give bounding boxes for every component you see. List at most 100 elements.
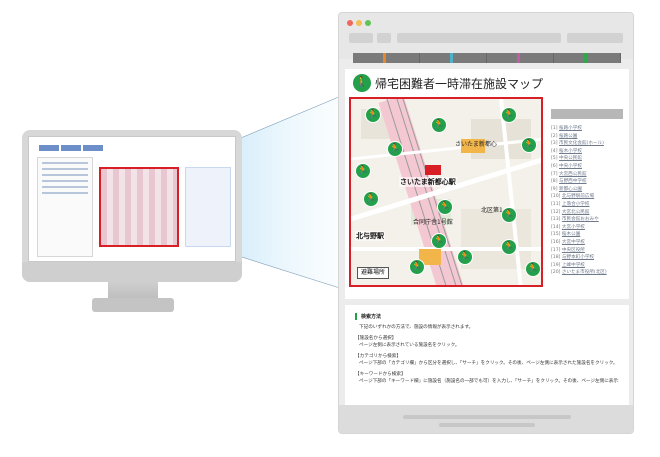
facility-list-item[interactable]: [12] 大宮北公民館 [551,209,623,217]
facility-list-item[interactable]: [9] 新都心公園 [551,186,623,194]
howto-heading-3: 【キーワードから検索】 [355,372,406,377]
facility-link[interactable]: 大宮中学校 [562,240,585,245]
facility-list-item[interactable]: [19] 上峰中学校 [551,262,623,270]
facility-link[interactable]: 与野本町小学校 [562,255,594,260]
facility-list-item[interactable]: [4] 桜木小学校 [551,148,623,156]
facility-list-item[interactable]: [6] 中央小学校 [551,163,623,171]
nav-item-4[interactable] [554,53,621,63]
forward-button[interactable] [377,33,391,43]
facility-list-item[interactable]: [17] 中央区役所 [551,247,623,255]
page-title: 帰宅困難者一時滞在施設マップ [375,77,544,91]
nav-item-3[interactable] [487,53,554,63]
evacuation-pin-icon[interactable]: 🏃 [363,191,379,207]
facility-link[interactable]: 桜路公園 [559,134,577,139]
facility-list-item[interactable]: [3] 市民文化会館(ホール) [551,140,623,148]
mini-map [99,167,179,247]
evacuation-pin-icon[interactable]: 🏃 [521,137,537,153]
facility-number: [7] [551,171,558,177]
facility-link[interactable]: 市民会館おおみや [562,217,599,222]
mini-left-panel [37,157,93,257]
facility-number: [3] [551,141,558,147]
evacuation-pin-icon[interactable]: 🏃 [525,261,541,277]
facility-number: [6] [551,163,558,169]
facility-link[interactable]: 大宮小学校 [562,225,585,230]
monitor-foot [92,298,174,312]
facility-list-item[interactable]: [14] 大宮小学校 [551,224,623,232]
facility-number: [1] [551,126,558,131]
facility-number: [9] [551,186,558,192]
facility-link[interactable]: 桜木小学校 [559,149,582,154]
facility-number: [2] [551,133,558,139]
facility-list-item[interactable]: [2] 桜路公園 [551,133,623,141]
facility-list-item[interactable]: [11] 上落合小学校 [551,201,623,209]
mini-tabs [39,145,103,151]
address-bar[interactable] [397,33,561,43]
evacuation-pin-icon[interactable]: 🏃 [409,259,425,275]
search-bar[interactable] [567,33,623,43]
facility-list-item[interactable]: [20] さいたま市役所(北区) [551,269,623,277]
evacuation-pin-icon[interactable]: 🏃 [501,239,517,255]
map-label-station: さいたま新都心駅 [399,177,457,187]
facility-number: [17] [551,247,561,253]
facility-list-item[interactable]: [16] 大宮中学校 [551,239,623,247]
evacuation-pin-icon[interactable]: 🏃 [355,163,371,179]
facility-number: [19] [551,262,561,268]
evacuation-pin-icon[interactable]: 🏃 [457,249,473,265]
map-label-b: 合同庁舎1号館 [413,219,453,226]
close-dot-icon[interactable] [347,20,353,26]
facility-list-item[interactable]: [7] 大宮西公民館 [551,171,623,179]
back-button[interactable] [349,33,373,43]
facility-link[interactable]: 北与野駅前広場 [562,194,594,199]
facility-list: [1] 桜路小学校 [2] 桜路公園 [3] 市民文化会館(ホール) [4] 桜木小学… [551,109,623,277]
facility-number: [13] [551,217,561,223]
howto-title: 検索方法 [355,313,619,320]
facility-number: [11] [551,201,561,207]
evacuation-pin-icon[interactable]: 🏃 [431,117,447,133]
facility-link[interactable]: 新都心公園 [559,187,582,192]
facility-list-item[interactable]: [1] 桜路小学校 [551,125,623,133]
facility-list-item[interactable]: [5] 中央公民館 [551,155,623,163]
facility-number: [4] [551,148,558,154]
facility-link[interactable]: 大宮北公民館 [562,210,590,215]
walking-person-icon: 🚶 [353,74,371,92]
facility-link[interactable]: 与野西中学校 [559,179,587,184]
facility-link[interactable]: 中央小学校 [559,164,582,169]
evacuation-pin-icon[interactable]: 🏃 [501,207,517,223]
evacuation-pin-icon[interactable]: 🏃 [365,107,381,123]
evacuation-pin-icon[interactable]: 🏃 [431,233,447,249]
facility-link[interactable]: 中央公民館 [559,156,582,161]
facility-link[interactable]: 上峰中学校 [562,263,585,268]
facility-link[interactable]: 桜路小学校 [559,126,582,131]
illustration: 🚶 帰宅困難者一時滞在施設マップ さいたま新都心駅 北与野駅 さいたま新都心 合… [0,0,660,457]
facility-list-item[interactable]: [15] 桜木公園 [551,231,623,239]
map-label-a: さいたま新都心 [455,141,497,148]
maximize-dot-icon[interactable] [365,20,371,26]
nav-item-2[interactable] [420,53,487,63]
page-footer [339,405,633,433]
facility-link[interactable]: さいたま市役所(北区) [562,270,607,275]
evacuation-pin-icon[interactable]: 🏃 [387,141,403,157]
howto-heading-2: 【カテゴリから検索】 [355,354,401,359]
howto-panel: 検索方法 下記のいずれかの方法で、施設の情報が表示されます。 【施設名から選択】… [345,305,629,405]
evacuation-pin-icon[interactable]: 🏃 [437,199,453,215]
monitor-chin [22,262,242,282]
facility-list-item[interactable]: [10] 北与野駅前広場 [551,193,623,201]
facility-link[interactable]: 市民文化会館(ホール) [559,141,604,146]
footer-copyright [439,423,535,427]
nav-item-1[interactable] [353,53,420,63]
howto-body-3: ページ下部の「キーワード欄」に施設名（施設名の一部でも可）を入力し、「サーチ」を… [359,379,619,384]
map-label-north-station: 北与野駅 [355,231,385,241]
facility-link[interactable]: 大宮西公民館 [559,172,587,177]
evacuation-pin-icon[interactable]: 🏃 [501,107,517,123]
facility-list-item[interactable]: [13] 市民会館おおみや [551,216,623,224]
map-legend: 避難場所 [357,267,390,279]
minimize-dot-icon[interactable] [356,20,362,26]
footer-links[interactable] [403,415,571,419]
facility-map[interactable]: さいたま新都心駅 北与野駅 さいたま新都心 合同庁舎1号館 北区第1 🏃 🏃 🏃… [349,97,543,287]
facility-link[interactable]: 中央区役所 [562,248,585,253]
facility-list-item[interactable]: [18] 与野本町小学校 [551,254,623,262]
facility-list-item[interactable]: [8] 与野西中学校 [551,178,623,186]
facility-link[interactable]: 上落合小学校 [562,202,590,207]
facility-number: [12] [551,209,561,215]
facility-link[interactable]: 桜木公園 [562,232,580,237]
